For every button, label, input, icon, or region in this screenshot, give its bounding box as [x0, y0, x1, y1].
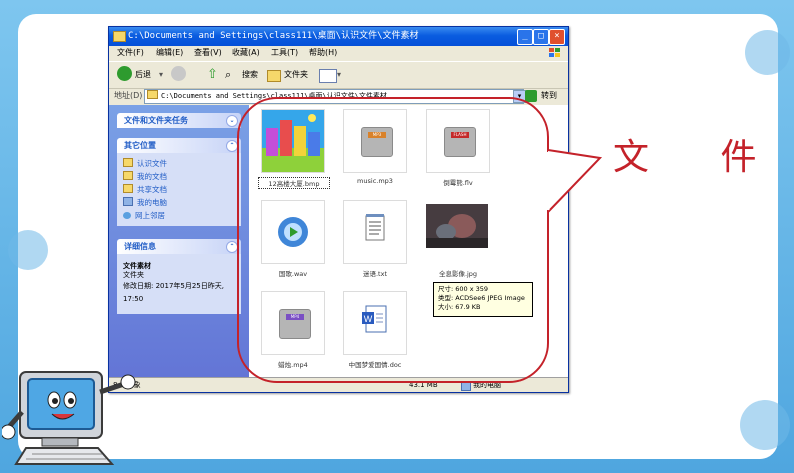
maximize-button[interactable]: □ — [533, 29, 549, 45]
details-body: 文件素材 文件夹 修改日期: 2017年5月25日昨天, 17:50 — [117, 254, 241, 314]
task-pane: 文件和文件夹任务 ⌄ 其它位置 ⌃ 认识文件 我的文档 共享文档 我的电脑 网上邻居… — [109, 105, 249, 377]
views-dropdown-icon[interactable]: ▾ — [337, 67, 341, 83]
sidebar-item-label: 网上邻居 — [135, 211, 165, 220]
close-button[interactable]: × — [549, 29, 565, 45]
windows-logo-icon — [549, 48, 560, 57]
tasks-panel: 文件和文件夹任务 ⌄ — [117, 113, 241, 128]
gear-decoration — [8, 230, 48, 270]
sidebar-item-my-documents[interactable]: 我的文档 — [123, 170, 235, 183]
sidebar-item-network[interactable]: 网上邻居 — [123, 209, 235, 222]
other-places-header[interactable]: 其它位置 ⌃ — [117, 138, 241, 153]
search-button[interactable]: 搜索 — [242, 67, 258, 83]
computer-mascot-icon — [2, 371, 136, 465]
menu-bar: 文件(F) 编辑(E) 查看(V) 收藏(A) 工具(T) 帮助(H) — [109, 46, 568, 60]
tasks-title: 文件和文件夹任务 — [124, 116, 188, 125]
folder-icon — [113, 31, 126, 42]
sidebar-item-recognize-files[interactable]: 认识文件 — [123, 157, 235, 170]
folders-icon — [267, 70, 281, 82]
network-icon — [123, 212, 131, 219]
views-icon[interactable] — [319, 69, 337, 83]
go-button[interactable]: 转到 — [541, 88, 557, 104]
minimize-button[interactable]: _ — [517, 29, 533, 45]
details-modified: 修改日期: 2017年5月25日昨天, 17:50 — [123, 282, 224, 303]
toolbar: 后退 ▾ ⇧ ⌕ 搜索 文件夹 ▾ — [109, 61, 568, 89]
menu-favorites[interactable]: 收藏(A) — [232, 46, 260, 60]
window-title: C:\Documents and Settings\class111\桌面\认识… — [128, 31, 419, 41]
computer-icon — [123, 197, 133, 206]
back-dropdown-icon[interactable]: ▾ — [159, 67, 163, 83]
up-folder-icon[interactable]: ⇧ — [207, 67, 218, 83]
address-label: 地址(D) — [114, 91, 143, 100]
sidebar-item-my-computer[interactable]: 我的电脑 — [123, 196, 235, 209]
folder-icon — [147, 90, 158, 99]
menu-help[interactable]: 帮助(H) — [309, 46, 337, 60]
sidebar-item-label: 共享文档 — [137, 185, 167, 194]
my-documents-icon — [123, 171, 133, 180]
annotation-label: 文 件 — [613, 137, 787, 178]
menu-edit[interactable]: 编辑(E) — [156, 46, 183, 60]
sidebar-item-label: 我的电脑 — [137, 198, 167, 207]
other-places-list: 认识文件 我的文档 共享文档 我的电脑 网上邻居 — [117, 153, 241, 226]
tasks-header[interactable]: 文件和文件夹任务 ⌄ — [117, 113, 241, 128]
details-header[interactable]: 详细信息 ⌃ — [117, 239, 241, 254]
back-arrow-icon[interactable] — [117, 66, 132, 81]
other-places-title: 其它位置 — [124, 141, 156, 150]
menu-tools[interactable]: 工具(T) — [271, 46, 298, 60]
folder-icon — [123, 158, 133, 167]
folders-button[interactable]: 文件夹 — [284, 67, 308, 83]
details-panel: 详细信息 ⌃ 文件素材 文件夹 修改日期: 2017年5月25日昨天, 17:50 — [117, 239, 241, 314]
details-type: 文件夹 — [123, 271, 144, 279]
menu-view[interactable]: 查看(V) — [194, 46, 222, 60]
gear-decoration — [740, 400, 790, 450]
gear-decoration — [745, 30, 790, 75]
other-places-panel: 其它位置 ⌃ 认识文件 我的文档 共享文档 我的电脑 网上邻居 — [117, 138, 241, 226]
sidebar-item-label: 我的文档 — [137, 172, 167, 181]
title-bar[interactable]: C:\Documents and Settings\class111\桌面\认识… — [109, 27, 568, 46]
sidebar-item-label: 认识文件 — [137, 159, 167, 168]
sidebar-item-shared-documents[interactable]: 共享文档 — [123, 183, 235, 196]
chevron-down-icon[interactable]: ⌄ — [226, 115, 238, 127]
forward-arrow-icon[interactable] — [171, 66, 186, 81]
details-name: 文件素材 — [123, 262, 151, 270]
shared-folder-icon — [123, 184, 133, 193]
details-title: 详细信息 — [124, 242, 156, 251]
highlight-outline — [237, 97, 549, 383]
menu-file[interactable]: 文件(F) — [117, 46, 144, 60]
back-button[interactable]: 后退 — [135, 67, 151, 83]
search-icon: ⌕ — [225, 68, 232, 81]
